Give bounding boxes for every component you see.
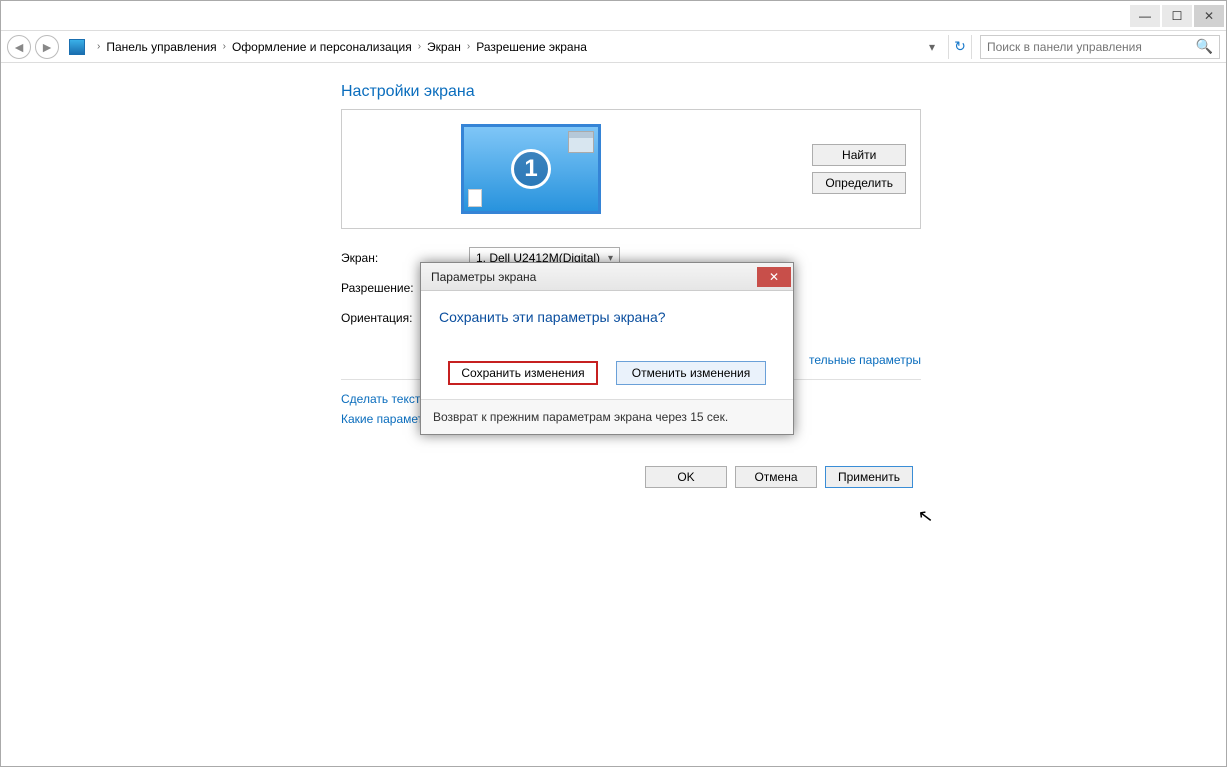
preview-side-buttons: Найти Определить (812, 144, 906, 194)
dialog-title: Параметры экрана (431, 270, 536, 284)
dialog-question: Сохранить эти параметры экрана? (439, 309, 775, 325)
breadcrumb-item[interactable]: Экран (423, 40, 465, 54)
mouse-cursor-icon: ↖ (917, 505, 935, 528)
monitor-layout-preview[interactable]: 1 (446, 122, 616, 217)
search-input[interactable] (987, 40, 1187, 54)
window-controls: — ☐ ✕ (1130, 5, 1226, 27)
minimize-button[interactable]: — (1130, 5, 1160, 27)
control-panel-icon (69, 39, 85, 55)
nav-forward-button[interactable]: ► (35, 35, 59, 59)
dialog-close-button[interactable]: ✕ (757, 267, 791, 287)
search-icon[interactable]: 🔍 (1196, 38, 1213, 55)
chevron-right-icon: › (221, 41, 228, 52)
chevron-right-icon: › (465, 41, 472, 52)
chevron-right-icon: › (95, 41, 102, 52)
keep-changes-button[interactable]: Сохранить изменения (448, 361, 598, 385)
cancel-button[interactable]: Отмена (735, 466, 817, 488)
apply-button[interactable]: Применить (825, 466, 913, 488)
dialog-footer-text: Возврат к прежним параметрам экрана чере… (421, 399, 793, 434)
breadcrumb-item[interactable]: Разрешение экрана (472, 40, 591, 54)
text-size-link[interactable]: Сделать текст и (341, 392, 430, 406)
address-dropdown-icon[interactable]: ▾ (924, 40, 940, 54)
breadcrumb-item[interactable]: Панель управления (102, 40, 220, 54)
section-title: Настройки экрана (341, 83, 921, 101)
search-box[interactable]: 🔍 (980, 35, 1220, 59)
detect-button[interactable]: Найти (812, 144, 906, 166)
monitor-number-label: 1 (511, 149, 551, 189)
chevron-right-icon: › (416, 41, 423, 52)
maximize-button[interactable]: ☐ (1162, 5, 1192, 27)
breadcrumb-item[interactable]: Оформление и персонализация (228, 40, 416, 54)
dialog-button-row: Сохранить изменения Отменить изменения (421, 361, 793, 399)
navigation-bar: ◄ ► › Панель управления › Оформление и п… (1, 31, 1226, 63)
revert-changes-button[interactable]: Отменить изменения (616, 361, 766, 385)
control-panel-window: — ☐ ✕ ◄ ► › Панель управления › Оформлен… (0, 0, 1227, 767)
refresh-button[interactable]: ↻ (948, 35, 972, 59)
identify-button[interactable]: Определить (812, 172, 906, 194)
dialog-title-bar: Параметры экрана ✕ (421, 263, 793, 291)
advanced-settings-link[interactable]: тельные параметры (809, 353, 921, 367)
document-icon (468, 189, 482, 207)
window-title-bar: — ☐ ✕ (1, 1, 1226, 31)
monitor-preview-box: 1 Найти Определить (341, 109, 921, 229)
ok-button[interactable]: OK (645, 466, 727, 488)
dialog-bottom-buttons: OK Отмена Применить (645, 466, 913, 488)
dialog-body: Сохранить эти параметры экрана? (421, 291, 793, 361)
nav-back-button[interactable]: ◄ (7, 35, 31, 59)
which-settings-link[interactable]: Какие параметр (341, 412, 430, 426)
breadcrumb: › Панель управления › Оформление и персо… (89, 40, 920, 54)
monitor-1[interactable]: 1 (461, 124, 601, 214)
keep-settings-dialog: Параметры экрана ✕ Сохранить эти парамет… (420, 262, 794, 435)
close-window-button[interactable]: ✕ (1194, 5, 1224, 27)
window-icon (568, 131, 594, 153)
